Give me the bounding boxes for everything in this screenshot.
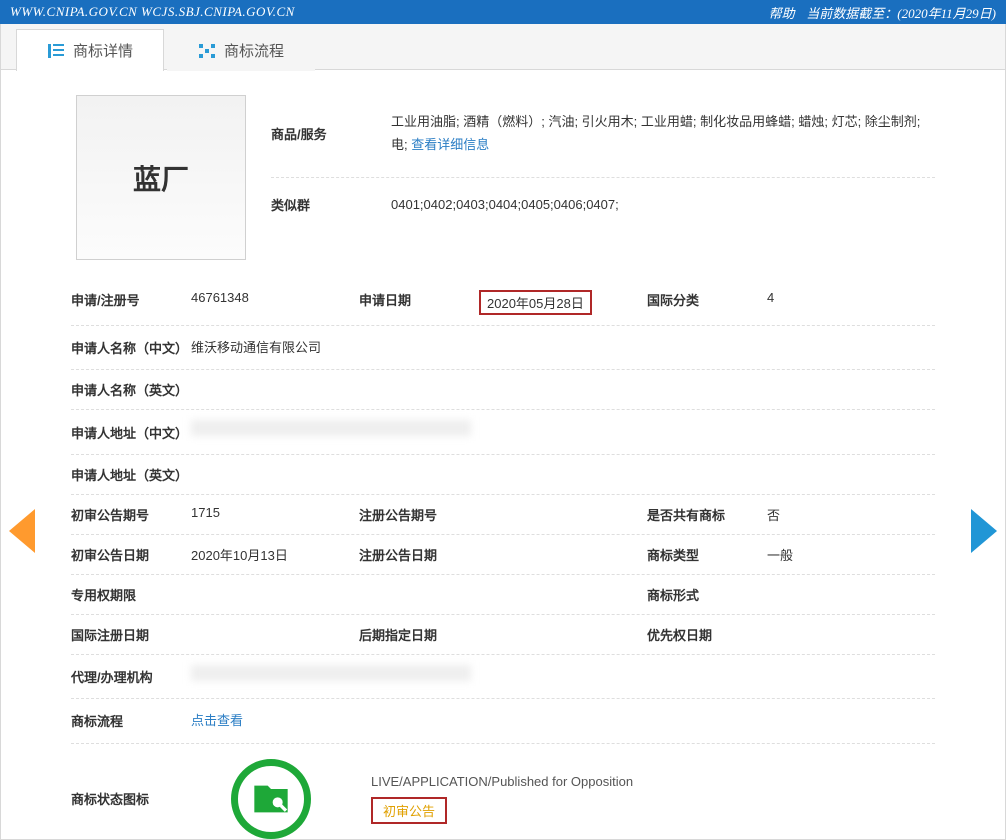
tab-detail[interactable]: 商标详情 <box>16 29 164 71</box>
tab-detail-label: 商标详情 <box>73 40 133 61</box>
goods-row: 商品/服务 工业用油脂; 酒精（燃料）; 汽油; 引火用木; 工业用蜡; 制化妆… <box>271 95 935 178</box>
container: 商标详情 商标流程 蓝厂 商品/服务 工业用油脂; 酒精（燃料）; 汽油; 引火… <box>0 24 1006 840</box>
shared-label: 是否共有商标 <box>647 505 767 524</box>
trademark-text: 蓝厂 <box>133 158 189 198</box>
tabs: 商标详情 商标流程 <box>1 24 1005 70</box>
row-agent: 代理/办理机构 <box>71 655 935 699</box>
row-excl: 专用权期限 商标形式 <box>71 575 935 615</box>
goods-value: 工业用油脂; 酒精（燃料）; 汽油; 引火用木; 工业用蜡; 制化妆品用蜂蜡; … <box>391 110 935 157</box>
similar-label: 类似群 <box>271 195 391 214</box>
status-icon <box>231 759 311 839</box>
reg-ann-no-label: 注册公告期号 <box>359 505 479 524</box>
later-label: 后期指定日期 <box>359 625 479 644</box>
form-label: 商标形式 <box>647 585 767 604</box>
intlcls-value: 4 <box>767 290 774 315</box>
applicant-en-label: 申请人名称（英文） <box>71 380 191 399</box>
empty-label <box>359 585 479 604</box>
goods-label: 商品/服务 <box>271 124 391 143</box>
prelim-date-value: 2020年10月13日 <box>191 545 288 564</box>
addr-cn-redacted <box>191 420 471 436</box>
goods-more-link[interactable]: 查看详细信息 <box>411 137 489 152</box>
type-label: 商标类型 <box>647 545 767 564</box>
shared-value: 否 <box>767 505 780 524</box>
prelim-date-label: 初审公告日期 <box>71 545 191 564</box>
flow-label: 商标流程 <box>71 711 191 730</box>
status-title: LIVE/APPLICATION/Published for Oppositio… <box>371 774 633 789</box>
row-status: 商标状态图标 LIVE/APPLICATION/Published for Op… <box>71 744 935 839</box>
prelim-no-value: 1715 <box>191 505 220 524</box>
row-addr-en: 申请人地址（英文） <box>71 455 935 495</box>
row-addr-cn: 申请人地址（中文） <box>71 410 935 454</box>
row-applicant-cn: 申请人名称（中文） 维沃移动通信有限公司 <box>71 326 935 370</box>
header-right: 商品/服务 工业用油脂; 酒精（燃料）; 汽油; 引火用木; 工业用蜡; 制化妆… <box>271 95 935 260</box>
regno-value: 46761348 <box>191 290 249 315</box>
row-prelim: 初审公告期号1715 注册公告期号 是否共有商标否 <box>71 495 935 535</box>
intlcls-label: 国际分类 <box>647 290 767 315</box>
addr-cn-value <box>191 420 935 443</box>
reg-ann-date-label: 注册公告日期 <box>359 545 479 564</box>
tab-flow[interactable]: 商标流程 <box>167 29 315 71</box>
trademark-image: 蓝厂 <box>76 95 246 260</box>
status-label: 商标状态图标 <box>71 789 191 808</box>
data-until: 当前数据截至：(2020年11月29日) <box>806 6 996 21</box>
row-prelim-date: 初审公告日期2020年10月13日 注册公告日期 商标类型一般 <box>71 535 935 575</box>
header-row: 蓝厂 商品/服务 工业用油脂; 酒精（燃料）; 汽油; 引火用木; 工业用蜡; … <box>71 95 935 260</box>
appdate-value: 2020年05月28日 <box>479 290 592 315</box>
help-link[interactable]: 帮助 <box>769 6 795 21</box>
content: 蓝厂 商品/服务 工业用油脂; 酒精（燃料）; 汽油; 引火用木; 工业用蜡; … <box>1 70 1005 839</box>
applicant-cn-label: 申请人名称（中文） <box>71 338 191 357</box>
row-applicant-en: 申请人名称（英文） <box>71 370 935 410</box>
addr-cn-label: 申请人地址（中文） <box>71 423 191 442</box>
agent-redacted <box>191 665 471 681</box>
applicant-cn-value: 维沃移动通信有限公司 <box>191 336 935 359</box>
excl-label: 专用权期限 <box>71 585 191 604</box>
similar-row: 类似群 0401;0402;0403;0404;0405;0406;0407; <box>271 178 935 236</box>
status-text: LIVE/APPLICATION/Published for Oppositio… <box>371 774 633 824</box>
row-flow: 商标流程 点击查看 <box>71 699 935 743</box>
flow-icon <box>198 42 216 60</box>
flow-link[interactable]: 点击查看 <box>191 713 243 728</box>
row-regno: 申请/注册号46761348 申请日期2020年05月28日 国际分类4 <box>71 280 935 326</box>
detail-icon <box>47 42 65 60</box>
topbar-right: 帮助 当前数据截至：(2020年11月29日) <box>761 3 996 22</box>
prio-label: 优先权日期 <box>647 625 767 644</box>
intlreg-label: 国际注册日期 <box>71 625 191 644</box>
type-value: 一般 <box>767 545 793 564</box>
tab-flow-label: 商标流程 <box>224 40 284 61</box>
addr-en-label: 申请人地址（英文） <box>71 465 191 484</box>
similar-value: 0401;0402;0403;0404;0405;0406;0407; <box>391 193 935 216</box>
appdate-label: 申请日期 <box>359 290 479 315</box>
regno-label: 申请/注册号 <box>71 290 191 315</box>
status-sub: 初审公告 <box>371 797 447 824</box>
agent-label: 代理/办理机构 <box>71 667 191 686</box>
agent-value <box>191 665 935 688</box>
topbar: WWW.CNIPA.GOV.CN WCJS.SBJ.CNIPA.GOV.CN 帮… <box>0 0 1006 24</box>
prelim-no-label: 初审公告期号 <box>71 505 191 524</box>
topbar-urls: WWW.CNIPA.GOV.CN WCJS.SBJ.CNIPA.GOV.CN <box>10 4 295 20</box>
row-intlreg: 国际注册日期 后期指定日期 优先权日期 <box>71 615 935 655</box>
